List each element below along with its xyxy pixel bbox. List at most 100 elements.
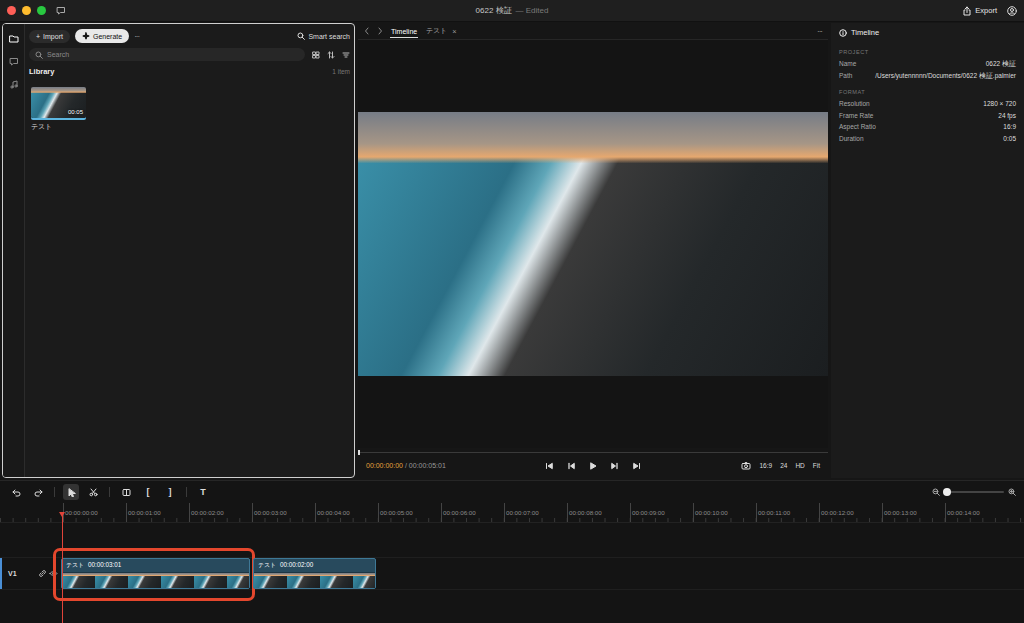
zoom-thumb[interactable] xyxy=(943,488,951,496)
viewer-setting[interactable]: HD xyxy=(795,462,804,469)
import-button[interactable]: +Import xyxy=(29,30,70,43)
property-label: Aspect Ratio xyxy=(839,121,876,133)
viewer-setting[interactable]: 16:9 xyxy=(759,462,772,469)
search-input[interactable] xyxy=(47,51,299,58)
camera-icon[interactable] xyxy=(741,461,751,470)
library-item[interactable]: 00:05 テスト xyxy=(31,87,86,132)
inspector-panel: TimelinePROJECTName0622 検証Path/Users/yut… xyxy=(831,23,1024,478)
tool-button[interactable] xyxy=(118,484,134,500)
ruler-label: 00:00:11:00 xyxy=(756,503,819,522)
redo-button[interactable] xyxy=(30,484,46,500)
grid-view-icon[interactable] xyxy=(312,51,320,59)
inspector-title: Timeline xyxy=(851,28,879,37)
time-ruler[interactable]: 00:00:00:0000:00:01:0000:00:02:00 00:00:0… xyxy=(0,503,1024,523)
sort-icon[interactable] xyxy=(327,51,335,59)
more-button[interactable]: ··· xyxy=(817,27,822,36)
property-row: Name 0622 検証 xyxy=(839,58,1016,70)
playhead[interactable] xyxy=(62,515,63,623)
forward-icon[interactable] xyxy=(377,27,383,35)
timeline-panel: []T00:00:00:0000:00:01:0000:00:02:0000:0… xyxy=(0,480,1024,623)
import-label: Import xyxy=(43,33,63,40)
skip-to-end-icon[interactable] xyxy=(633,462,641,470)
item-name: テスト xyxy=(31,123,86,132)
viewer-tab[interactable]: テスト × xyxy=(425,23,457,39)
zoom-slider[interactable] xyxy=(944,491,1004,493)
ruler-label: 00:00:02:00 xyxy=(189,503,252,522)
folder-icon xyxy=(9,34,19,43)
ruler-label: 00:00:00:00 xyxy=(63,503,126,522)
progress-track[interactable] xyxy=(358,452,828,453)
export-label[interactable]: Export xyxy=(975,6,997,15)
property-row: Path/Users/yutennnnn/Documents/0622 検証.p… xyxy=(839,70,1016,82)
property-label: Resolution xyxy=(839,98,870,110)
magnifier-icon xyxy=(297,32,305,40)
section-heading: FORMAT xyxy=(839,89,1016,95)
viewer-setting[interactable]: 24 xyxy=(780,462,787,469)
tool-label[interactable]: T xyxy=(200,487,206,497)
property-value: /Users/yutennnnn/Documents/0622 検証.palmi… xyxy=(875,70,1016,82)
tool-button[interactable]: ] xyxy=(162,484,178,500)
side-rail xyxy=(3,24,25,477)
more-button[interactable]: ··· xyxy=(134,32,139,41)
zoom-button[interactable] xyxy=(37,6,46,15)
viewer-setting[interactable]: Fit xyxy=(813,462,820,469)
ruler-label: 00:00:09:00 xyxy=(630,503,693,522)
property-value: 24 fps xyxy=(998,110,1016,122)
property-label: Name xyxy=(839,58,856,70)
tool-button[interactable] xyxy=(85,484,101,500)
info-icon xyxy=(839,29,847,37)
back-icon[interactable] xyxy=(364,27,370,35)
clip-thumbnail[interactable]: 00:05 xyxy=(31,87,86,118)
step-forward-icon[interactable] xyxy=(611,462,619,470)
magnifier-icon xyxy=(35,51,43,59)
tool-label[interactable]: [ xyxy=(147,487,150,497)
tool-button[interactable]: T xyxy=(195,484,211,500)
tool-button[interactable] xyxy=(63,484,79,500)
tool-label[interactable]: ] xyxy=(169,487,172,497)
search-field[interactable] xyxy=(29,48,305,61)
minimize-button[interactable] xyxy=(22,6,31,15)
tab-label[interactable]: テスト xyxy=(426,26,447,36)
rail-item[interactable] xyxy=(6,54,22,68)
viewer-tab[interactable]: Timeline xyxy=(390,25,418,38)
play-icon[interactable] xyxy=(589,462,597,470)
tab-close-button[interactable]: × xyxy=(452,27,456,36)
property-value: 0:05 xyxy=(1003,133,1016,145)
property-value: 0622 検証 xyxy=(986,58,1016,70)
ruler-label: 00:00:14:00 xyxy=(945,503,1008,522)
progress-handle[interactable] xyxy=(358,450,360,455)
music-note-icon xyxy=(9,80,19,89)
viewer-panel: Timelineテスト×···00:00:00:00 / 00:00:05:01… xyxy=(358,23,828,478)
skip-to-start-icon[interactable] xyxy=(545,462,553,470)
rail-item[interactable] xyxy=(6,31,22,45)
close-button[interactable] xyxy=(7,6,16,15)
tab-label[interactable]: Timeline xyxy=(391,28,417,35)
ruler-label: 00:00:12:00 xyxy=(819,503,882,522)
timeline-clip[interactable]: テスト00:00:03:01 xyxy=(61,558,250,589)
ruler-label: 00:00:01:00 xyxy=(126,503,189,522)
library-title: Library xyxy=(29,67,54,76)
filter-icon[interactable] xyxy=(342,51,350,59)
user-icon[interactable] xyxy=(1007,6,1017,16)
clip-duration: 00:00:02:00 xyxy=(280,561,313,570)
tool-button[interactable]: [ xyxy=(140,484,156,500)
clip-filmstrip xyxy=(62,572,249,588)
window-title: 0622 検証 xyxy=(476,6,512,15)
rail-item[interactable] xyxy=(6,77,22,91)
clip-duration: 00:00:03:01 xyxy=(88,561,121,570)
link-icon[interactable] xyxy=(38,569,47,578)
undo-button[interactable] xyxy=(8,484,24,500)
property-value: 1280 × 720 xyxy=(983,98,1016,110)
ruler-label: 00:00:06:00 xyxy=(441,503,504,522)
export-button[interactable]: Export xyxy=(962,6,997,16)
property-label: Frame Rate xyxy=(839,110,873,122)
generate-button[interactable]: Generate xyxy=(75,29,129,43)
export-icon xyxy=(962,6,972,16)
timeline-clip[interactable]: テスト 00:00:02:00 xyxy=(253,558,376,589)
clip-label: テスト xyxy=(258,561,276,570)
step-back-icon[interactable] xyxy=(567,462,575,470)
chat-icon[interactable] xyxy=(56,6,66,15)
zoom-in-icon[interactable] xyxy=(1008,488,1016,496)
smart-search-button[interactable]: Smart search xyxy=(297,32,350,40)
zoom-out-icon[interactable] xyxy=(932,488,940,496)
